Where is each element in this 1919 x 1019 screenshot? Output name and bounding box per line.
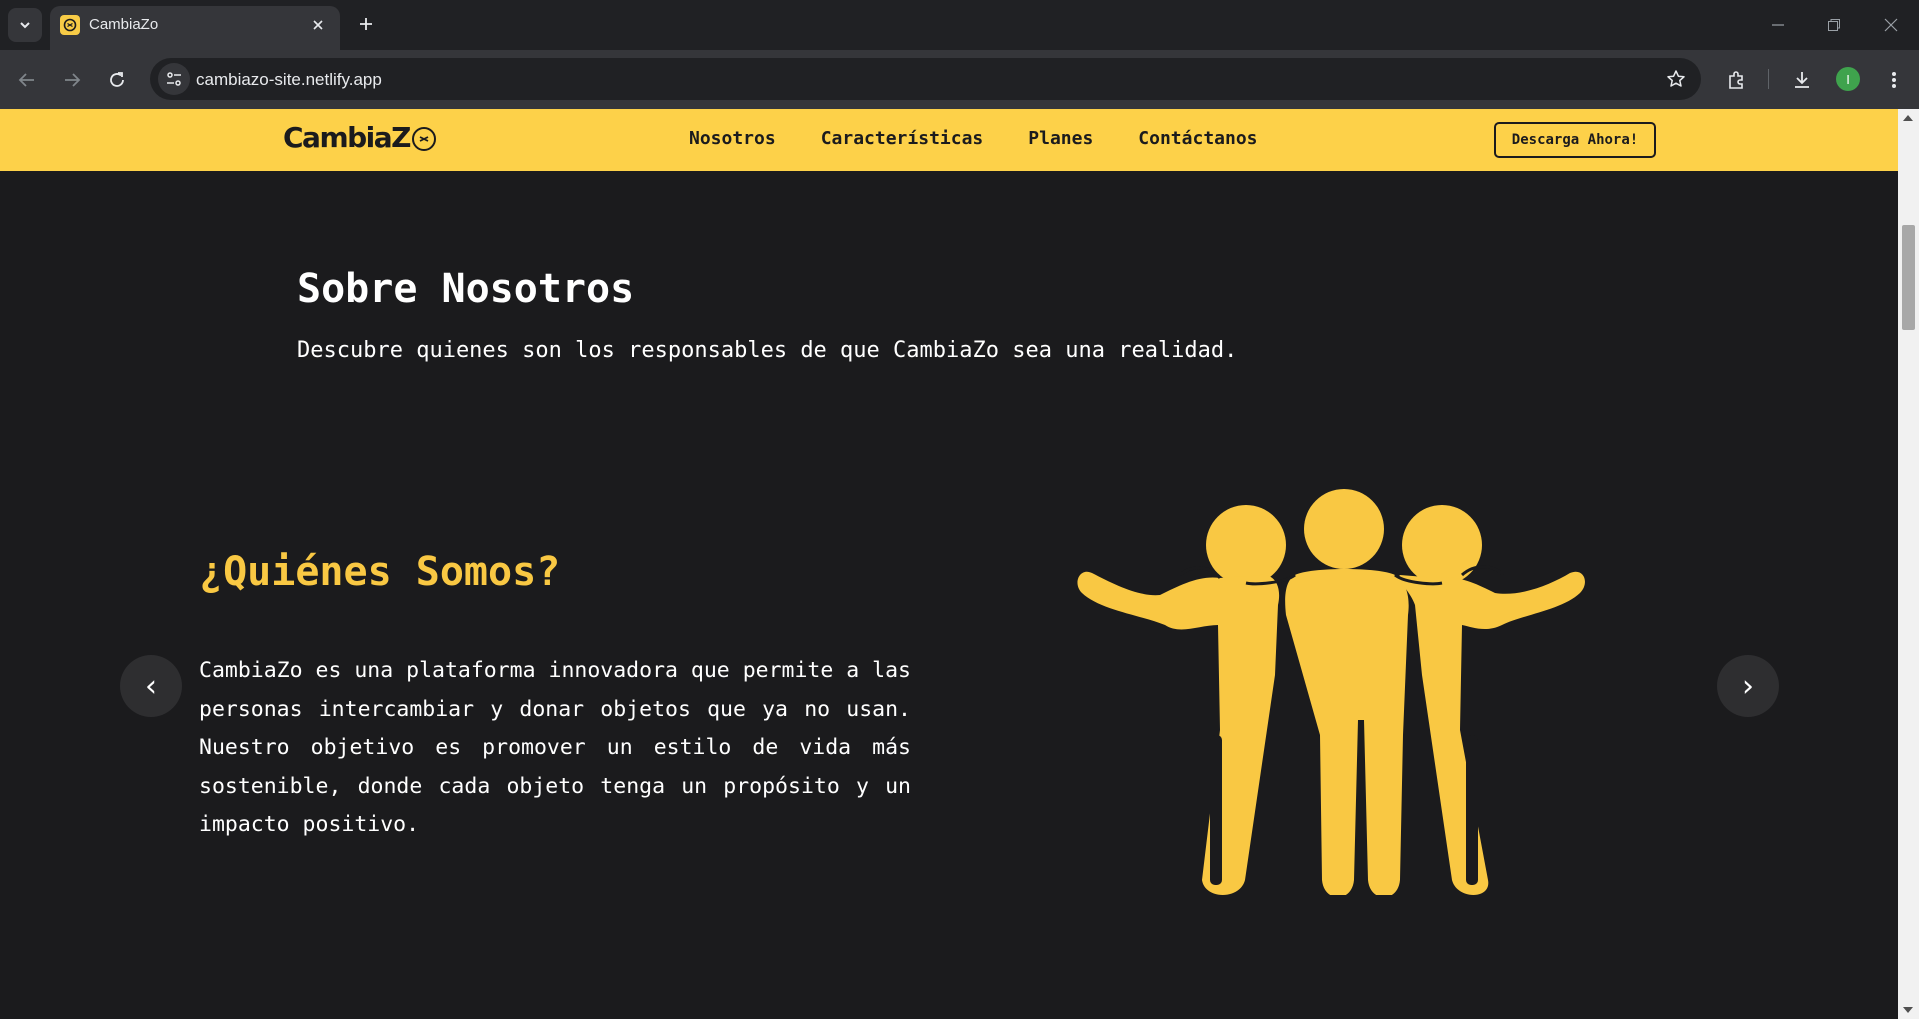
nav-link-contactanos[interactable]: Contáctanos (1138, 128, 1257, 149)
reload-icon[interactable] (100, 63, 134, 97)
tab-strip: CambiaZo (0, 0, 1919, 50)
nav-link-planes[interactable]: Planes (1028, 128, 1093, 149)
nav-link-caracteristicas[interactable]: Características (821, 128, 984, 149)
site-header: CambiaZ Nosotros Características Planes … (0, 109, 1898, 171)
back-icon[interactable] (10, 63, 44, 97)
logo-mark-icon (411, 127, 436, 151)
slide-text: CambiaZo es una plataforma innovadora qu… (199, 658, 911, 837)
restore-icon[interactable] (1819, 10, 1849, 40)
url-text[interactable]: cambiazo-site.netlify.app (196, 70, 382, 90)
logo-text: CambiaZ (283, 121, 411, 154)
minimize-icon[interactable] (1763, 10, 1793, 40)
window-close-icon[interactable] (1876, 10, 1906, 40)
about-subtitle: Descubre quienes son los responsables de… (297, 338, 1238, 363)
browser-tab[interactable]: CambiaZo (50, 6, 340, 50)
carousel-next-button[interactable]: › (1717, 655, 1779, 717)
forward-icon[interactable] (55, 63, 89, 97)
nav-link-nosotros[interactable]: Nosotros (689, 128, 776, 149)
menu-icon[interactable] (1877, 63, 1911, 97)
about-title: Sobre Nosotros (297, 266, 635, 312)
avatar[interactable]: I (1836, 67, 1860, 91)
extensions-icon[interactable] (1719, 63, 1753, 97)
site-info-icon[interactable] (158, 63, 190, 95)
page-scrollbar[interactable] (1898, 109, 1919, 1019)
close-icon[interactable] (308, 15, 328, 35)
toolbar-separator (1768, 69, 1769, 89)
new-tab-icon[interactable] (352, 10, 380, 38)
bookmark-star-icon[interactable] (1663, 66, 1689, 92)
site-logo[interactable]: CambiaZ (283, 121, 436, 154)
download-icon[interactable] (1785, 63, 1819, 97)
page-viewport: CambiaZ Nosotros Características Planes … (0, 109, 1898, 1019)
site-nav: Nosotros Características Planes Contácta… (689, 128, 1258, 149)
address-bar[interactable]: cambiazo-site.netlify.app (150, 58, 1701, 100)
browser-toolbar: cambiazo-site.netlify.app (0, 50, 1919, 109)
scrollbar-thumb[interactable] (1902, 225, 1915, 330)
tab-title: CambiaZo (89, 16, 159, 33)
scroll-down-icon[interactable] (1903, 1007, 1913, 1013)
slide-title: ¿Quiénes Somos? (199, 549, 561, 595)
download-button[interactable]: Descarga Ahora! (1494, 122, 1656, 158)
carousel-prev-button[interactable]: ‹ (120, 655, 182, 717)
favicon-icon (60, 15, 80, 35)
tab-search-icon[interactable] (8, 8, 42, 42)
scroll-up-icon[interactable] (1903, 115, 1913, 121)
team-illustration (1077, 489, 1585, 895)
